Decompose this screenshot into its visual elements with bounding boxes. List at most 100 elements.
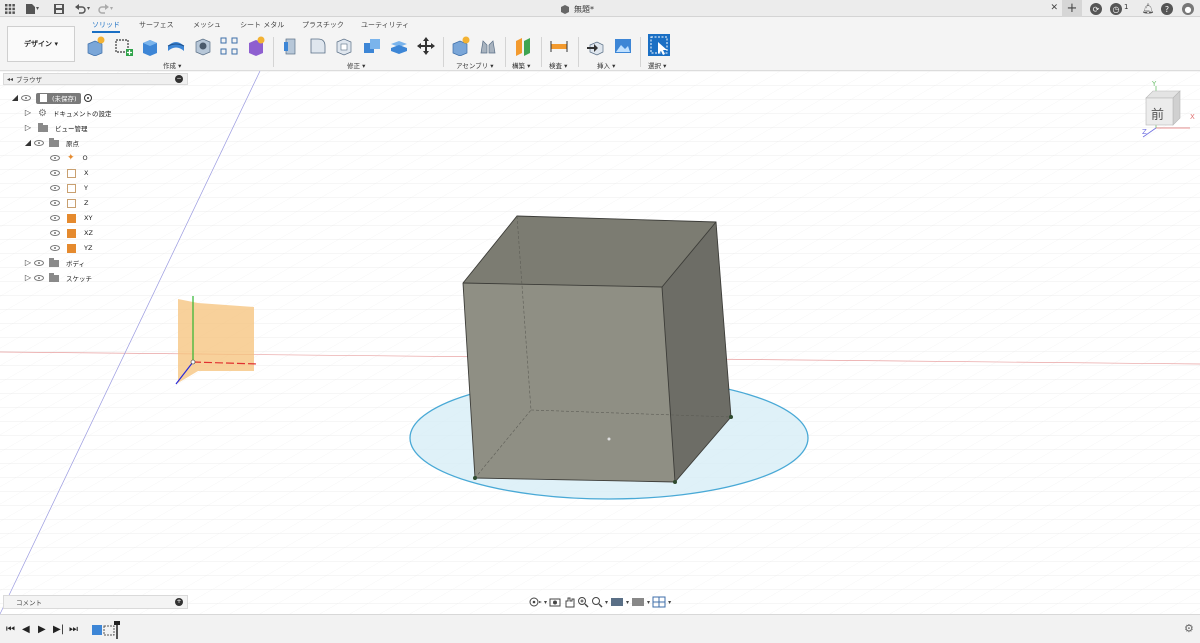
cube-body[interactable] bbox=[462, 215, 733, 484]
insert-canvas-icon[interactable] bbox=[613, 36, 633, 56]
visibility-eye-icon[interactable] bbox=[34, 275, 44, 281]
fillet-icon[interactable] bbox=[308, 36, 328, 56]
tab-plastic[interactable]: プラスチック bbox=[302, 20, 344, 30]
joint-icon[interactable] bbox=[478, 36, 498, 56]
group-create-label[interactable]: 作成 ▾ bbox=[163, 60, 181, 70]
new-component-assemble-icon[interactable] bbox=[451, 36, 471, 56]
group-select-label[interactable]: 選択 ▾ bbox=[648, 60, 666, 70]
create-form-icon[interactable] bbox=[246, 36, 266, 56]
extrude-icon[interactable] bbox=[140, 36, 160, 56]
origin-xz-plane-row[interactable]: XZ bbox=[48, 226, 93, 240]
browser-item-document-settings[interactable]: ▷ ⚙ ドキュメントの設定 bbox=[24, 106, 112, 120]
origin-z-axis-row[interactable]: Z bbox=[48, 196, 88, 210]
origin-xy-plane-row[interactable]: XY bbox=[48, 211, 92, 225]
grid-snaps-icon[interactable] bbox=[631, 596, 645, 608]
notifications-icon[interactable]: 🔔︎ bbox=[1142, 3, 1155, 15]
fit-zoom-icon[interactable] bbox=[591, 596, 603, 608]
tab-utilities[interactable]: ユーティリティ bbox=[361, 20, 409, 30]
expand-triangle-icon[interactable]: ▷ bbox=[24, 109, 32, 117]
revolve-icon[interactable] bbox=[166, 36, 186, 56]
viewports-icon[interactable] bbox=[652, 596, 666, 608]
extensions-icon[interactable]: ⟳ bbox=[1090, 3, 1102, 15]
expand-triangle-icon[interactable]: ▷ bbox=[24, 259, 32, 267]
undo-icon[interactable]: ▾ bbox=[75, 2, 90, 15]
visibility-eye-icon[interactable] bbox=[34, 260, 44, 266]
new-component-icon[interactable] bbox=[86, 36, 106, 56]
collapse-icon[interactable]: ◂◂ bbox=[7, 76, 13, 83]
display-settings-icon[interactable] bbox=[610, 596, 624, 608]
group-modify-label[interactable]: 修正 ▾ bbox=[347, 60, 365, 70]
go-to-end-icon[interactable]: ⏭ bbox=[69, 624, 78, 635]
offset-face-icon[interactable] bbox=[389, 36, 409, 56]
visibility-eye-icon[interactable] bbox=[50, 185, 60, 191]
extrude-feature-icon[interactable] bbox=[92, 625, 102, 635]
origin-x-axis-row[interactable]: X bbox=[48, 166, 88, 180]
grid-dropdown-icon[interactable]: ▾ bbox=[647, 599, 650, 606]
visibility-eye-icon[interactable] bbox=[34, 140, 44, 146]
browser-root-row[interactable]: ◢ (未保存) bbox=[11, 91, 92, 105]
file-menu-icon[interactable]: ▾ bbox=[26, 2, 39, 15]
redo-icon[interactable]: ▾ bbox=[98, 2, 113, 15]
collapse-triangle-icon[interactable]: ◢ bbox=[11, 94, 19, 102]
browser-item-sketches[interactable]: ▷ スケッチ bbox=[24, 271, 92, 285]
zoom-icon[interactable] bbox=[577, 596, 589, 608]
tab-mesh[interactable]: メッシュ bbox=[193, 20, 221, 30]
browser-panel-header[interactable]: ◂◂ ブラウザ − bbox=[3, 73, 188, 85]
combine-icon[interactable] bbox=[362, 36, 382, 56]
insert-derive-icon[interactable] bbox=[586, 36, 606, 56]
browser-item-named-views[interactable]: ▷ ビュー管理 bbox=[24, 121, 88, 135]
group-assemble-label[interactable]: アセンブリ ▾ bbox=[456, 60, 494, 70]
job-status-icon[interactable]: ◷ bbox=[1110, 3, 1122, 15]
measure-icon[interactable] bbox=[549, 36, 569, 56]
origin-yz-plane-row[interactable]: YZ bbox=[48, 241, 92, 255]
group-insert-label[interactable]: 挿入 ▾ bbox=[597, 60, 615, 70]
step-back-icon[interactable]: ◀ bbox=[22, 624, 30, 635]
display-dropdown-icon[interactable]: ▾ bbox=[626, 599, 629, 606]
visibility-eye-icon[interactable] bbox=[50, 155, 60, 161]
browser-pin-icon[interactable]: − bbox=[175, 75, 183, 83]
offset-plane-icon[interactable] bbox=[513, 36, 533, 56]
collapse-triangle-icon[interactable]: ◢ bbox=[24, 139, 32, 147]
browser-item-origin[interactable]: ◢ 原点 bbox=[24, 136, 79, 150]
group-construct-label[interactable]: 構築 ▾ bbox=[512, 60, 530, 70]
help-icon[interactable]: ? bbox=[1161, 3, 1173, 15]
timeline-marker[interactable] bbox=[114, 621, 120, 625]
tab-solid[interactable]: ソリッド bbox=[92, 20, 120, 33]
viewcube[interactable]: 前 Y X Z bbox=[1140, 80, 1200, 140]
shell-icon[interactable] bbox=[334, 36, 354, 56]
close-tab-icon[interactable]: ✕ bbox=[1050, 3, 1058, 13]
timeline-features[interactable] bbox=[90, 620, 122, 640]
visibility-eye-icon[interactable] bbox=[50, 245, 60, 251]
3d-viewport[interactable] bbox=[0, 71, 1200, 614]
tab-surface[interactable]: サーフェス bbox=[139, 20, 174, 30]
tab-sheet-metal[interactable]: シート メタル bbox=[240, 20, 284, 30]
play-icon[interactable]: ▶ bbox=[38, 624, 46, 635]
root-component-chip[interactable]: (未保存) bbox=[36, 92, 81, 104]
create-sketch-icon[interactable] bbox=[113, 36, 133, 56]
comments-add-icon[interactable]: + bbox=[175, 598, 183, 606]
pan-hand-icon[interactable] bbox=[563, 596, 575, 608]
press-pull-icon[interactable] bbox=[281, 36, 301, 56]
activate-radio-icon[interactable] bbox=[83, 94, 92, 102]
orbit-dropdown-icon[interactable]: ▾ bbox=[544, 599, 547, 606]
select-icon[interactable] bbox=[648, 34, 670, 56]
timeline-settings-gear-icon[interactable]: ⚙ bbox=[1184, 622, 1194, 635]
visibility-eye-icon[interactable] bbox=[50, 200, 60, 206]
origin-point-row[interactable]: ✦ O bbox=[48, 151, 88, 165]
look-at-icon[interactable] bbox=[549, 596, 561, 608]
visibility-eye-icon[interactable] bbox=[21, 95, 31, 101]
document-tab[interactable]: 無題* bbox=[560, 1, 1060, 17]
expand-triangle-icon[interactable]: ▷ bbox=[24, 274, 32, 282]
expand-triangle-icon[interactable]: ▷ bbox=[24, 124, 32, 132]
new-tab-button[interactable]: + bbox=[1062, 0, 1082, 17]
orbit-icon[interactable] bbox=[528, 596, 542, 608]
comments-panel[interactable]: コメント + bbox=[3, 595, 188, 609]
sketch-feature-icon[interactable] bbox=[103, 625, 115, 636]
hole-icon[interactable] bbox=[193, 36, 213, 56]
go-to-start-icon[interactable]: ⏮ bbox=[6, 624, 15, 635]
zoom-dropdown-icon[interactable]: ▾ bbox=[605, 599, 608, 606]
viewports-dropdown-icon[interactable]: ▾ bbox=[668, 599, 671, 606]
user-avatar-icon[interactable]: ● bbox=[1182, 3, 1194, 15]
visibility-eye-icon[interactable] bbox=[50, 230, 60, 236]
step-forward-icon[interactable]: ▶| bbox=[53, 624, 64, 635]
